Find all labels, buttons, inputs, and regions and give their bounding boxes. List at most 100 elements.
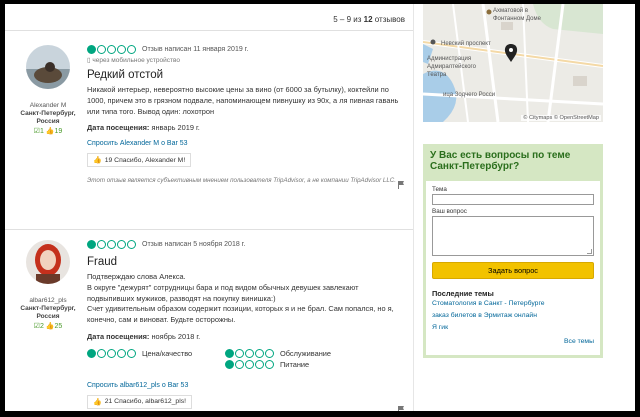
bubble-empty <box>97 349 106 359</box>
bubble-empty <box>117 349 126 359</box>
review-body: Отзыв написан 11 января 2019 г. ▯ через … <box>87 44 402 185</box>
thanks-button[interactable]: 👍 19 Спасибо, Alexander M! <box>87 153 192 168</box>
bubble-empty <box>127 240 136 249</box>
thanks-label: 21 Спасибо, albar612_pls! <box>104 398 186 406</box>
rating-bubbles <box>87 349 136 359</box>
bubble-empty <box>245 349 254 359</box>
thanks-label: 19 Спасибо, Alexander M! <box>104 156 186 164</box>
bubble-empty <box>127 45 136 54</box>
resize-grip-icon[interactable] <box>587 249 592 254</box>
visit-date: Дата посещения: ноябрь 2018 г. <box>87 331 201 341</box>
all-topics-link[interactable]: Все темы <box>432 338 594 345</box>
user-name[interactable]: albar612_pls <box>15 297 81 305</box>
bubble-filled <box>225 349 234 359</box>
bubble-empty <box>255 349 264 359</box>
bubble-empty <box>245 360 254 370</box>
divider <box>5 30 413 31</box>
user-location: Санкт-Петербург, Россия <box>20 305 76 320</box>
subrating-label: Питание <box>280 360 310 370</box>
bubble-empty <box>265 360 274 370</box>
mobile-note: ▯ через мобильное устройство <box>87 57 180 64</box>
review-text: Никакой интерьер, невероятно высокие цен… <box>87 85 399 116</box>
svg-text:ица Зодчего Росси: ица Зодчего Росси <box>443 92 495 98</box>
latest-topics-heading: Последние темы <box>432 289 494 298</box>
review-text: Подтверждаю слова Алекса. В округе "дежу… <box>87 272 402 326</box>
flag-icon[interactable] <box>397 401 405 411</box>
map-attribution[interactable]: © Citymaps © OpenStreetMap <box>521 115 601 121</box>
review-date: Отзыв написан 5 ноября 2018 г. <box>142 241 246 248</box>
user-stats: ☑2 👍25 <box>33 323 63 330</box>
bubble-filled <box>225 360 234 370</box>
avatar[interactable] <box>26 240 70 284</box>
bubble-empty <box>107 240 116 249</box>
question-label: Ваш вопрос <box>432 208 467 215</box>
ask-user-link[interactable]: Спросить Alexander M о Bar 53 <box>87 140 402 147</box>
divider <box>5 229 413 230</box>
visit-date: Дата посещения: январь 2019 г. <box>87 123 200 133</box>
rating-bubbles <box>225 360 274 370</box>
bubble-empty <box>235 360 244 370</box>
sidebar: Ахматовой в Фонтанном Доме Невский просп… <box>423 4 635 411</box>
thumbs-up-icon: 👍 <box>93 398 102 406</box>
rating-bubbles <box>225 349 274 359</box>
review-text-line: Подтверждаю слова Алекса. <box>87 272 186 281</box>
review-meta: Отзыв написан 11 января 2019 г. <box>87 44 402 55</box>
review-title[interactable]: Редкий отстой <box>87 69 402 81</box>
column-divider <box>413 4 414 411</box>
user-name[interactable]: Alexander M <box>15 102 81 110</box>
bubble-empty <box>117 240 126 249</box>
svg-text:Ахматовой в: Ахматовой в <box>493 7 528 14</box>
bubble-empty <box>107 45 116 54</box>
subrating-label: Цена/качество <box>142 349 193 359</box>
mobile-icon: ▯ <box>87 57 91 64</box>
thanks-button[interactable]: 👍 21 Спасибо, albar612_pls! <box>87 394 192 409</box>
thumbs-up-icon: 👍 <box>45 323 55 330</box>
review-text-line: Счет удивительным образом содержит позиц… <box>87 304 394 325</box>
bubble-empty <box>97 45 106 54</box>
review-text-line: В округе "дежурят" сотрудницы бара и под… <box>87 282 359 303</box>
ask-question-button[interactable]: Задать вопрос <box>432 262 594 279</box>
bubble-empty <box>235 349 244 359</box>
bubble-filled <box>87 240 96 249</box>
user-info: Alexander M Санкт-Петербург, Россия ☑1 👍… <box>15 102 81 136</box>
thumbs-up-icon: 👍 <box>93 157 102 165</box>
bubble-empty <box>117 45 126 54</box>
qa-form: Тема Ваш вопрос Задать вопрос Последние … <box>426 181 600 347</box>
svg-text:Фонтанном Доме: Фонтанном Доме <box>493 16 542 22</box>
topic-link[interactable]: Стоматология в Санкт - Петербурге <box>432 298 594 310</box>
ask-user-link[interactable]: Спросить albar612_pls о Bar 53 <box>87 382 402 389</box>
topic-input[interactable] <box>432 194 594 205</box>
reviews-column: 5 – 9 из 12 отзывов Alexander M Санкт-Пе… <box>5 4 413 411</box>
disclaimer: Этот отзыв является субъективным мнением… <box>87 177 396 185</box>
review-title[interactable]: Fraud <box>87 256 402 268</box>
map[interactable]: Ахматовой в Фонтанном Доме Невский просп… <box>423 4 603 122</box>
topic-link[interactable]: заказ билетов в Эрмитаж онлайн <box>432 310 594 322</box>
rating-bubbles <box>87 240 136 249</box>
subrating-food: Питание <box>225 360 405 370</box>
review-meta: Отзыв написан 5 ноября 2018 г. <box>87 239 402 250</box>
topic-label: Тема <box>432 186 447 193</box>
flag-icon[interactable] <box>397 176 405 189</box>
user-info: albar612_pls Санкт-Петербург, Россия ☑2 … <box>15 297 81 331</box>
bubble-filled <box>87 45 96 54</box>
question-textarea[interactable] <box>432 216 594 256</box>
subrating-label: Обслуживание <box>280 349 332 359</box>
svg-text:Театра: Театра <box>427 72 447 78</box>
bubble-empty <box>265 349 274 359</box>
rating-bubbles <box>87 45 136 54</box>
qa-title: У Вас есть вопросы по теме Санкт-Петербу… <box>426 147 600 181</box>
svg-text:Невский проспект: Невский проспект <box>441 40 491 47</box>
qa-box: У Вас есть вопросы по теме Санкт-Петербу… <box>423 144 603 358</box>
subratings: Цена/качество Обслуживание Питание <box>87 349 402 370</box>
subrating-empty <box>87 360 225 370</box>
bubble-empty <box>97 240 106 249</box>
avatar[interactable] <box>26 45 70 89</box>
reviews-counter: 5 – 9 из 12 отзывов <box>333 15 405 24</box>
topic-link[interactable]: Я гик <box>432 322 594 334</box>
bubble-empty <box>255 360 264 370</box>
bubble-filled <box>87 349 96 359</box>
bubble-empty <box>127 349 136 359</box>
svg-text:Адмиралтейского: Адмиралтейского <box>427 63 477 70</box>
subrating-service: Обслуживание <box>225 349 405 359</box>
user-location: Санкт-Петербург, Россия <box>20 110 76 125</box>
